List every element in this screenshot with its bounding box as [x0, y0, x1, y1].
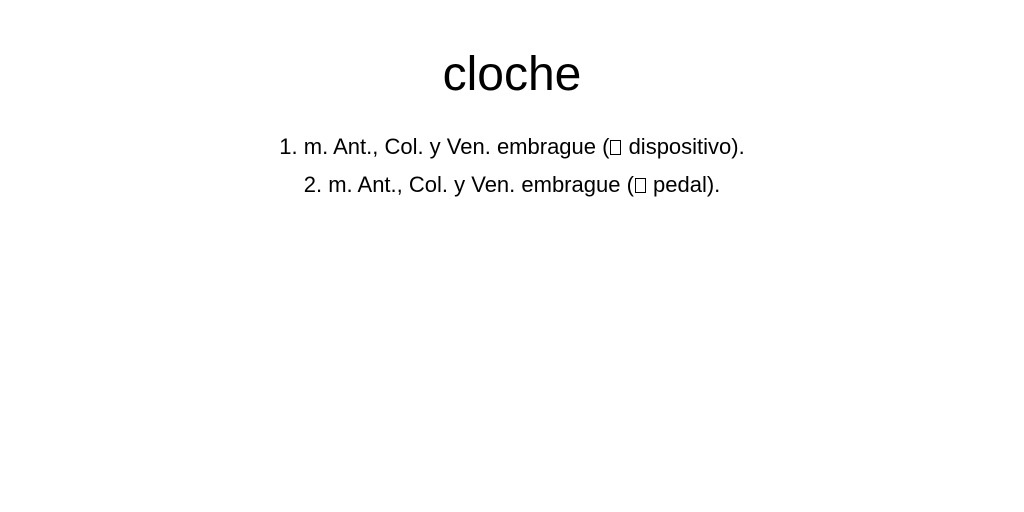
headword: cloche	[442, 48, 582, 101]
missing-glyph-icon	[610, 140, 622, 155]
definition-number: 2.	[303, 172, 323, 197]
definition-item: 2. m. Ant., Col. y Ven. embrague ( pedal…	[0, 166, 1024, 204]
definition-item: 1. m. Ant., Col. y Ven. embrague ( dispo…	[0, 128, 1024, 166]
dictionary-page: cloche 1. m. Ant., Col. y Ven. embrague …	[0, 0, 1024, 512]
definition-text-before: m. Ant., Col. y Ven. embrague (	[328, 172, 634, 197]
definition-list: 1. m. Ant., Col. y Ven. embrague ( dispo…	[0, 128, 1024, 204]
definition-text-after: dispositivo).	[622, 134, 745, 159]
definition-number: 1.	[279, 134, 298, 159]
definition-text-after: pedal).	[646, 172, 721, 197]
missing-glyph-icon	[634, 178, 646, 193]
definition-text-before: m. Ant., Col. y Ven. embrague (	[303, 134, 610, 159]
